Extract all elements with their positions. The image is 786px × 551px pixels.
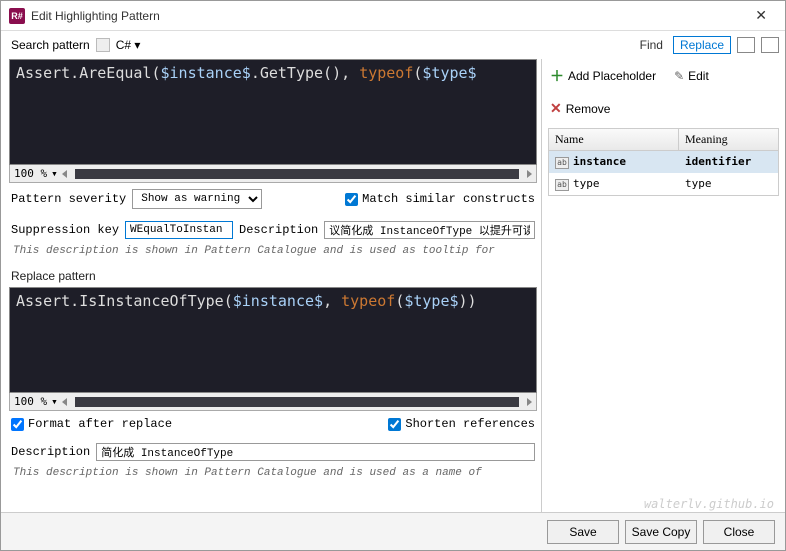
language-selector[interactable]: C# ▾ [116, 38, 141, 52]
match-similar-checkbox[interactable]: Match similar constructs [345, 192, 535, 206]
tool-icon-1[interactable] [737, 37, 755, 53]
col-meaning[interactable]: Meaning [679, 129, 778, 150]
col-name[interactable]: Name [549, 129, 679, 150]
description-input[interactable] [324, 221, 535, 239]
placeholder-table: Name Meaning abinstanceidentifierabtypet… [548, 128, 779, 196]
horizontal-scrollbar[interactable] [75, 169, 519, 179]
scroll-left-icon[interactable] [62, 170, 67, 178]
shorten-references-checkbox[interactable]: Shorten references [388, 417, 535, 431]
description-label: Description [239, 223, 318, 237]
scroll-right-icon[interactable] [527, 398, 532, 406]
zoom-dropdown-icon[interactable]: ▾ [51, 395, 58, 408]
replace-description-hint: This description is shown in Pattern Cat… [9, 467, 537, 485]
search-pattern-editor[interactable]: Assert.AreEqual($instance$.GetType(), ty… [9, 59, 537, 165]
severity-select[interactable]: Show as warning [132, 189, 262, 209]
edit-placeholder-button[interactable]: ✎ Edit [672, 63, 711, 89]
footer: Save Save Copy Close [1, 512, 785, 550]
table-row[interactable]: abinstanceidentifier [549, 151, 778, 173]
search-editor-statusbar: 100 % ▾ [9, 165, 537, 183]
table-row[interactable]: abtypetype [549, 173, 778, 195]
format-after-replace-checkbox[interactable]: Format after replace [11, 417, 172, 431]
save-button[interactable]: Save [547, 520, 619, 544]
placeholder-type-icon: ab [555, 179, 569, 191]
tool-icon-2[interactable] [761, 37, 779, 53]
remove-icon: ✕ [550, 100, 562, 117]
replace-editor-statusbar: 100 % ▾ [9, 393, 537, 411]
search-pattern-label: Search pattern [11, 38, 90, 52]
replace-description-input[interactable] [96, 443, 535, 461]
close-button[interactable]: Close [703, 520, 775, 544]
pencil-icon: ✎ [674, 69, 684, 83]
remove-placeholder-button[interactable]: ✕ Remove [548, 97, 612, 120]
titlebar: R# Edit Highlighting Pattern ✕ [1, 1, 785, 31]
save-copy-button[interactable]: Save Copy [625, 520, 697, 544]
replace-pattern-editor[interactable]: Assert.IsInstanceOfType($instance$, type… [9, 287, 537, 393]
severity-label: Pattern severity [11, 192, 126, 206]
zoom-level[interactable]: 100 % [14, 167, 47, 180]
replace-pattern-label: Replace pattern [9, 263, 537, 287]
placeholder-type-icon: ab [555, 157, 569, 169]
replace-tab[interactable]: Replace [673, 36, 731, 54]
app-icon: R# [9, 8, 25, 24]
scroll-right-icon[interactable] [527, 170, 532, 178]
zoom-dropdown-icon[interactable]: ▾ [51, 167, 58, 180]
watermark: walterlv.github.io [644, 497, 774, 511]
suppression-key-label: Suppression key [11, 223, 119, 237]
language-icon[interactable] [96, 38, 110, 52]
scroll-left-icon[interactable] [62, 398, 67, 406]
description-hint: This description is shown in Pattern Cat… [9, 245, 537, 263]
window-title: Edit Highlighting Pattern [31, 9, 160, 23]
zoom-level-replace[interactable]: 100 % [14, 395, 47, 408]
plus-icon: ＋ [550, 66, 564, 86]
add-placeholder-button[interactable]: ＋ Add Placeholder [548, 63, 658, 89]
find-tab[interactable]: Find [636, 36, 667, 54]
suppression-key-input[interactable] [125, 221, 233, 239]
table-header: Name Meaning [549, 129, 778, 151]
replace-description-label: Description [11, 445, 90, 459]
horizontal-scrollbar[interactable] [75, 397, 519, 407]
close-icon[interactable]: ✕ [745, 3, 777, 28]
toolbar: Search pattern C# ▾ Find Replace [1, 31, 785, 59]
